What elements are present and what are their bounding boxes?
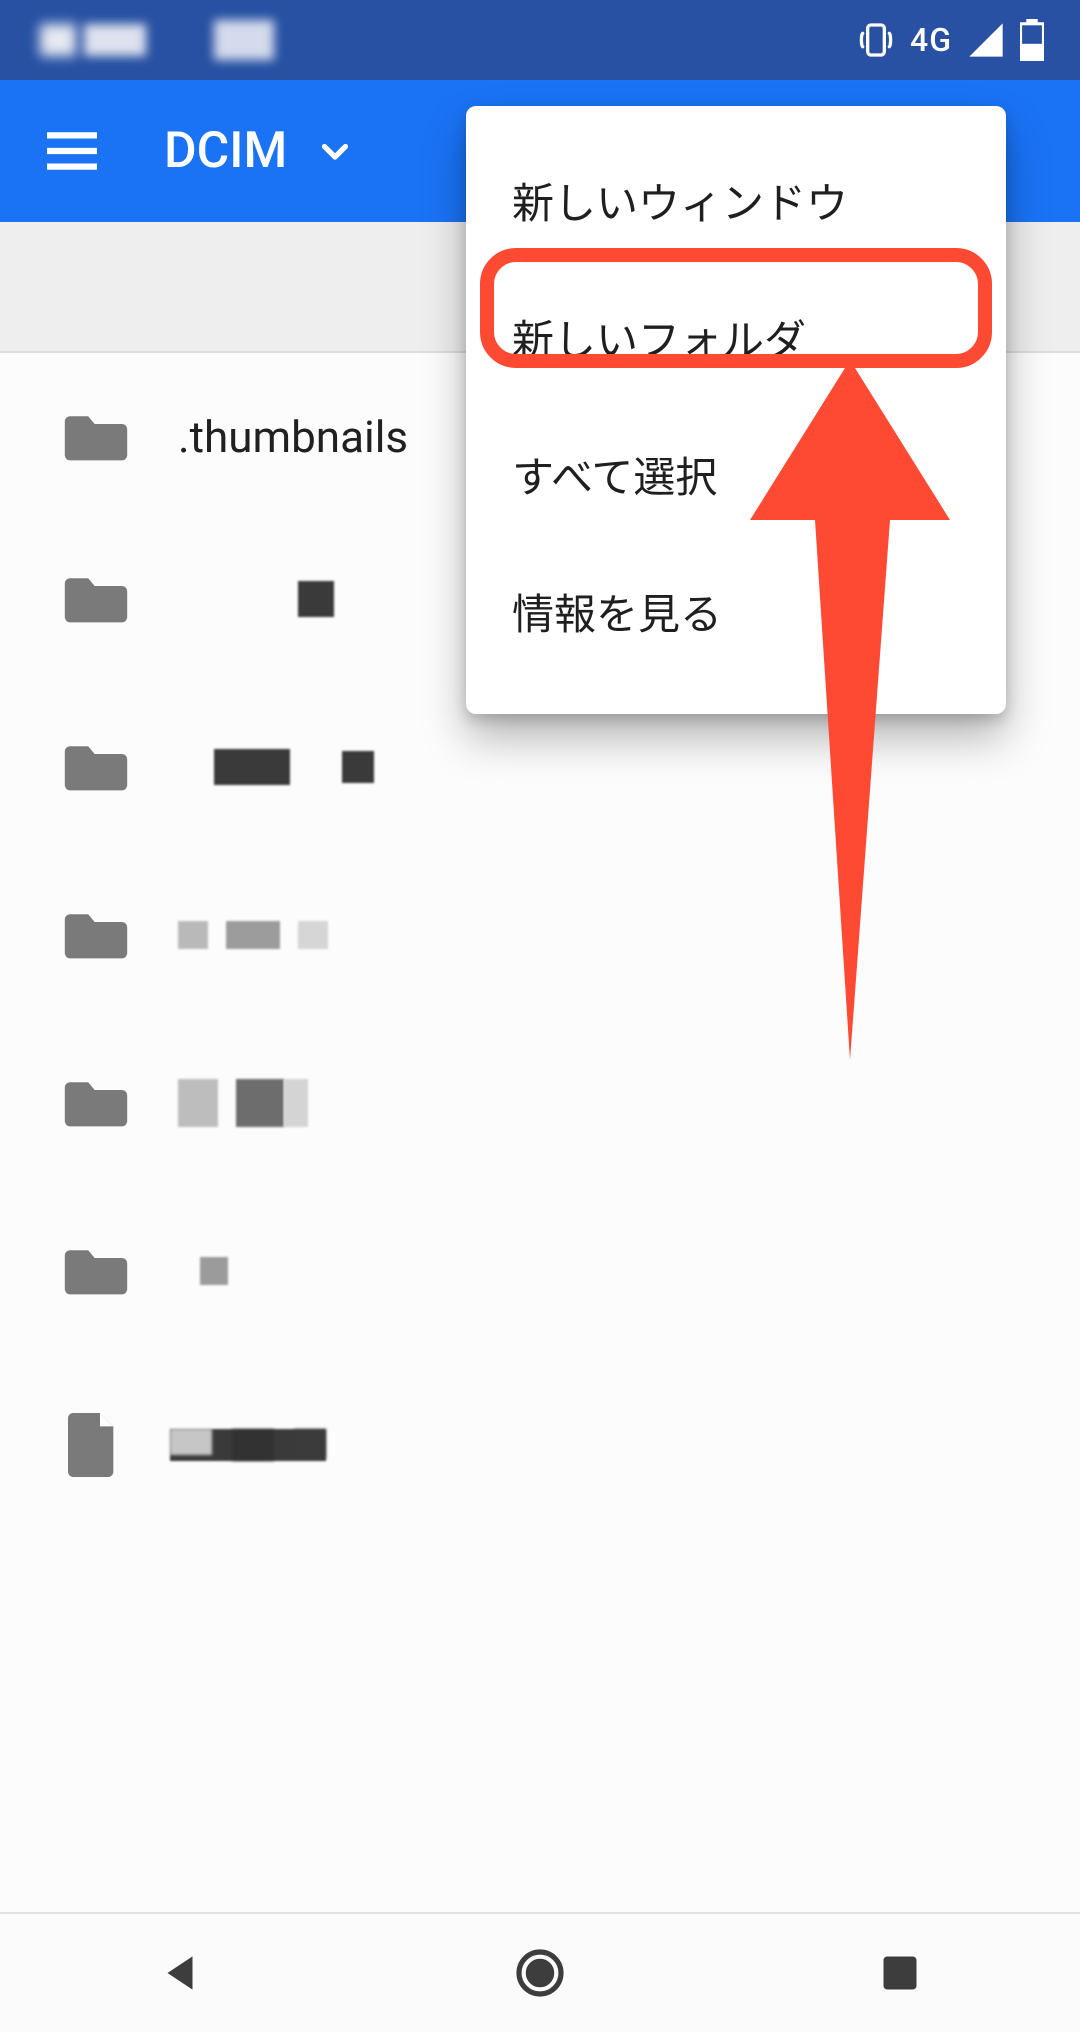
nav-home-button[interactable] [480,1933,600,2013]
list-item[interactable] [0,1019,1080,1187]
status-left-redacted [40,18,300,62]
file-name-redacted [178,581,334,617]
file-icon [64,1413,120,1477]
file-name-redacted [178,921,328,949]
folder-icon [64,909,128,961]
signal-icon [966,20,1006,60]
overflow-menu-popup: 新しいウィンドウ 新しいフォルダ すべて選択 情報を見る [466,106,1006,714]
file-name-redacted [178,749,374,785]
battery-icon [1020,19,1044,61]
system-navigation-bar [0,1912,1080,2032]
file-name-redacted [170,1429,326,1461]
list-item[interactable] [0,1187,1080,1355]
file-name-redacted [178,1257,228,1285]
status-bar: 4G [0,0,1080,80]
nav-recents-button[interactable] [840,1933,960,2013]
hamburger-menu-button[interactable] [42,121,102,181]
file-name-label: .thumbnails [178,411,408,463]
folder-icon [64,411,128,463]
phone-vibrate-icon [856,20,896,60]
list-item[interactable] [0,851,1080,1019]
file-name-redacted [178,1079,308,1127]
menu-item-get-info[interactable]: 情報を見る [466,543,1006,680]
menu-item-select-all[interactable]: すべて選択 [466,406,1006,543]
menu-item-new-window[interactable]: 新しいウィンドウ [466,132,1006,269]
folder-icon [64,573,128,625]
network-type-label: 4G [910,21,952,59]
chevron-down-icon [317,133,353,169]
folder-path-dropdown[interactable]: DCIM [164,122,353,180]
nav-back-button[interactable] [120,1933,240,2013]
current-folder-title: DCIM [164,122,287,180]
menu-item-new-folder[interactable]: 新しいフォルダ [466,269,1006,406]
folder-icon [64,1077,128,1129]
folder-icon [64,741,128,793]
list-item[interactable] [0,1355,1080,1477]
folder-icon [64,1245,128,1297]
